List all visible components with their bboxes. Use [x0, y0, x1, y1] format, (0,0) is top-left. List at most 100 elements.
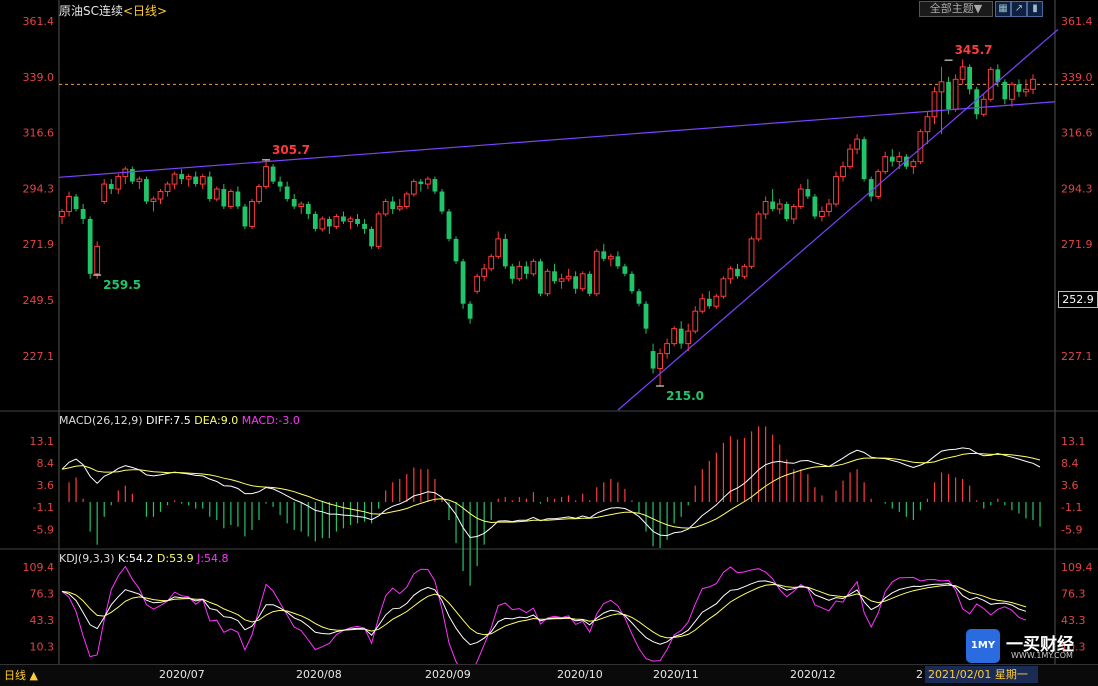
period-selector[interactable]: <日线>	[123, 4, 167, 18]
candle	[136, 176, 143, 190]
candle-body	[685, 330, 692, 345]
candle	[207, 171, 213, 202]
candle	[362, 218, 367, 234]
theme-dropdown[interactable]: 全部主题▼	[919, 1, 993, 17]
candle-body	[390, 201, 396, 209]
candle-body	[784, 203, 790, 219]
cursor-date-box: 2021/02/01 星期一	[925, 666, 1038, 683]
candle-body	[403, 193, 410, 207]
candle-body	[410, 181, 417, 195]
candle	[558, 273, 565, 289]
x-tick-label-partial: 2	[916, 668, 923, 681]
candle	[66, 191, 72, 217]
candle-body	[607, 255, 614, 260]
candle-body	[509, 266, 515, 279]
candle-body	[931, 91, 938, 118]
x-tick-label: 2020/07	[159, 668, 205, 681]
price-y-tick: 271.9	[23, 238, 55, 251]
candle	[657, 348, 663, 386]
candle-body	[249, 201, 255, 227]
candle	[735, 263, 740, 279]
candle	[692, 306, 699, 334]
kdj-y-tick: 76.3	[1061, 588, 1086, 601]
candle	[150, 196, 157, 212]
kdj-legend: KDJ(9,3,3) K:54.2 D:53.9 J:54.8	[59, 552, 229, 565]
candle-body	[312, 213, 318, 229]
candle	[770, 189, 776, 212]
candle-icon[interactable]: ▮	[1027, 1, 1043, 17]
candle-body	[748, 238, 755, 267]
candle	[699, 293, 706, 314]
price-y-tick: 361.4	[23, 15, 55, 28]
candle-body	[129, 169, 135, 182]
candle-body	[1002, 81, 1008, 100]
candle	[94, 241, 101, 279]
candle-body	[699, 298, 706, 312]
grid-icon[interactable]: ▦	[995, 1, 1011, 17]
candle	[164, 181, 171, 197]
candle-body	[326, 218, 332, 227]
candle	[601, 243, 607, 262]
price-y-tick: 227.1	[1061, 350, 1093, 363]
annotation-label: 259.5	[103, 278, 141, 292]
price-y-tick: 361.4	[1061, 15, 1093, 28]
x-tick-label: 2020/11	[653, 668, 699, 681]
candle	[1016, 79, 1022, 97]
candle	[974, 86, 980, 120]
candle-body	[671, 328, 678, 345]
candle-body	[375, 213, 382, 247]
instrument-name: 原油SC连续	[59, 4, 123, 18]
candle-body	[805, 189, 811, 197]
candle-body	[424, 178, 431, 185]
candle	[396, 199, 403, 212]
candle	[432, 176, 438, 195]
dea-line	[61, 453, 1041, 529]
candle	[502, 233, 508, 269]
macd-y-tick: -1.1	[33, 501, 54, 514]
brand-logo-icon: 1MY	[966, 629, 1000, 663]
candle-body	[115, 176, 122, 190]
candle	[593, 248, 600, 297]
macd-y-tick: 13.1	[30, 435, 55, 448]
candle-body	[601, 251, 607, 259]
candle	[987, 66, 994, 102]
candle-body	[516, 265, 523, 280]
candle-body	[227, 191, 234, 207]
candle-body	[706, 298, 712, 307]
candle	[263, 159, 269, 190]
candle-body	[347, 218, 354, 222]
candle	[748, 236, 755, 269]
candle-body	[861, 139, 867, 180]
candle-body	[727, 268, 734, 280]
candle-body	[277, 181, 283, 187]
price-y-tick: 227.1	[23, 350, 55, 363]
candle-body	[678, 328, 684, 344]
candle	[931, 86, 938, 125]
candle	[227, 189, 234, 209]
candle-body	[636, 291, 642, 304]
candle	[650, 343, 656, 374]
candle	[861, 136, 867, 182]
candle	[938, 66, 945, 135]
candle	[488, 253, 495, 272]
chart-canvas[interactable]: 361.4 361.4 339.0 339.0 316.6 316.6 294.3 294.3…	[0, 0, 1098, 685]
instrument-title: 原油SC连续<日线>	[59, 2, 167, 19]
candle	[544, 268, 551, 297]
x-tick-label: 2020/10	[557, 668, 603, 681]
candle-body	[797, 188, 804, 207]
candle-body	[720, 278, 727, 297]
candle-body	[924, 116, 931, 133]
line-icon[interactable]: ↗	[1011, 1, 1027, 17]
candle	[516, 261, 523, 282]
candle	[797, 184, 804, 209]
macd-y-tick: 13.1	[1061, 435, 1086, 448]
period-toggle[interactable]: 日线 ▲	[4, 667, 38, 683]
price-y-tick: 339.0	[23, 71, 55, 84]
macd-y-tick: -1.1	[1061, 501, 1082, 514]
candle	[73, 194, 79, 212]
candle-body	[298, 203, 305, 207]
candle-body	[164, 183, 171, 193]
candle-body	[291, 199, 297, 207]
kdj-y-tick: 43.3	[30, 614, 55, 627]
candle	[382, 199, 389, 217]
